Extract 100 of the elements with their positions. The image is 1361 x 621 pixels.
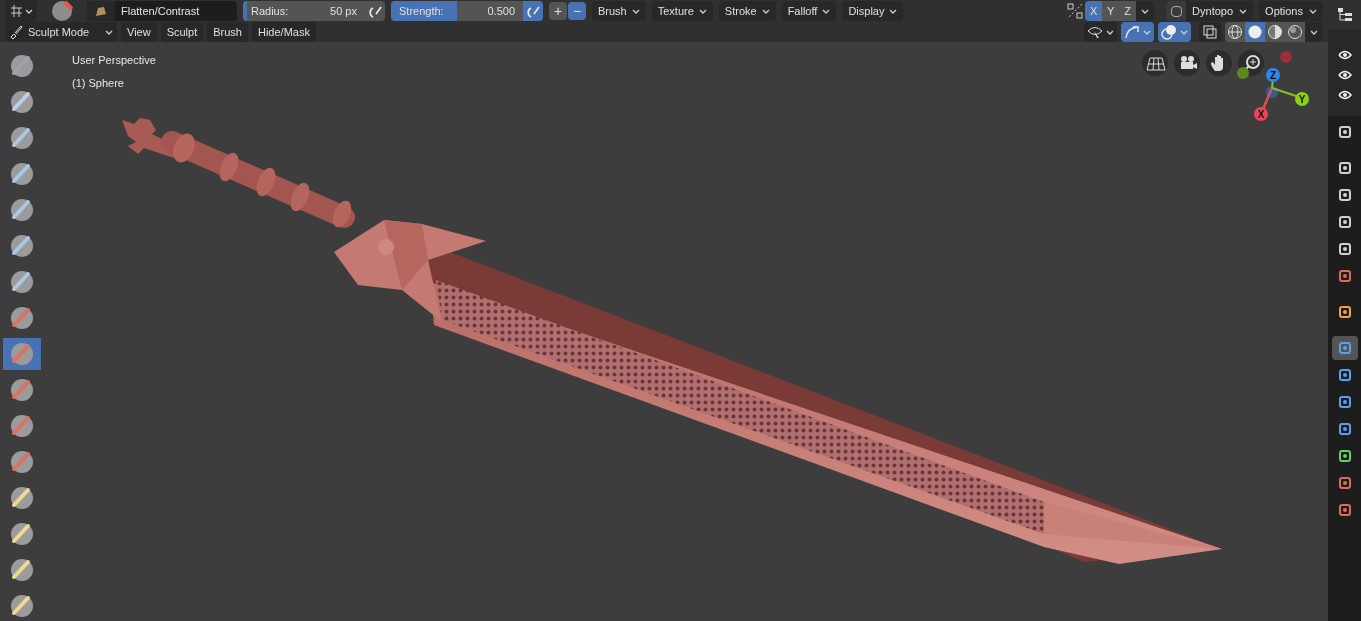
- visibility-menu[interactable]: [1084, 22, 1117, 42]
- step-button[interactable]: −: [568, 2, 586, 20]
- navigation-button[interactable]: [1142, 50, 1168, 76]
- xray-toggle[interactable]: [1199, 22, 1221, 42]
- property-tab-icon: [1337, 215, 1352, 229]
- grid-axes-icon: [9, 4, 23, 18]
- caret-icon: [761, 8, 770, 14]
- properties-tab[interactable]: [1331, 336, 1358, 360]
- wireframe-sphere-icon: [1227, 24, 1243, 40]
- caret-icon: [822, 8, 831, 14]
- brush-texture-icon: [95, 5, 107, 17]
- sphere-brush-icon: [10, 450, 34, 474]
- brush-preview-icon[interactable]: [51, 0, 73, 22]
- property-tab-icon: [1337, 305, 1352, 319]
- shading-mode-button[interactable]: [1225, 22, 1245, 42]
- property-tab-icon: [1337, 341, 1352, 355]
- mode-menu[interactable]: View: [121, 22, 157, 42]
- caret-icon: [1180, 29, 1188, 35]
- mode-menu[interactable]: Hide/Mask: [252, 22, 316, 42]
- radius-slider[interactable]: Radius: 50 px: [243, 1, 365, 21]
- pressure-toggle[interactable]: [523, 1, 543, 21]
- navigation-button[interactable]: [1174, 50, 1200, 76]
- solid-sphere-icon: [1247, 24, 1263, 40]
- caret-icon: [25, 8, 33, 14]
- sphere-brush-icon: [10, 378, 34, 402]
- shading-mode-button[interactable]: [1285, 22, 1305, 42]
- eye-icon[interactable]: [1337, 88, 1352, 102]
- options-menu[interactable]: Options: [1259, 1, 1323, 21]
- caret-icon: [1310, 29, 1318, 35]
- caret-icon: [1141, 8, 1150, 14]
- caret-icon: [889, 8, 898, 14]
- eye-icon[interactable]: [1337, 48, 1352, 62]
- header-menu[interactable]: Display: [842, 1, 904, 21]
- sphere-brush-icon: [10, 234, 34, 258]
- property-tab-icon: [1337, 188, 1352, 202]
- sphere-brush-icon: [10, 558, 34, 582]
- sphere-brush-icon: [10, 522, 34, 546]
- dyntopo-checkbox[interactable]: [1170, 5, 1182, 17]
- caret-icon: [1309, 8, 1317, 14]
- shaded-sphere-icon: [1287, 24, 1303, 40]
- caret-icon: [1106, 29, 1114, 35]
- sphere-brush-icon: [10, 486, 34, 510]
- sphere-brush-icon: [10, 90, 34, 114]
- gizmo-menu[interactable]: [1121, 22, 1154, 42]
- strength-slider[interactable]: Strength: 0.500: [391, 1, 523, 21]
- caret-icon: [105, 29, 113, 35]
- property-tab-icon: [1337, 476, 1352, 490]
- property-tab-icon: [1337, 395, 1352, 409]
- outliner-editor-icon[interactable]: [1336, 7, 1353, 23]
- pressure-toggle[interactable]: [365, 1, 385, 21]
- mirror-axis-toggle[interactable]: Z: [1119, 1, 1137, 21]
- caret-icon: [1143, 29, 1151, 35]
- header-menu[interactable]: Falloff: [781, 1, 837, 21]
- mirror-axis-toggle[interactable]: X: [1085, 1, 1103, 21]
- view-name-label: User Perspective: [72, 53, 156, 68]
- half-shaded-sphere-icon: [1267, 24, 1283, 40]
- property-tab-icon: [1337, 449, 1352, 463]
- property-tab-icon: [1337, 161, 1352, 175]
- mode-menu[interactable]: Brush: [207, 22, 248, 42]
- property-tab-icon: [1337, 269, 1352, 283]
- shading-mode-button[interactable]: [1265, 22, 1285, 42]
- property-tab-icon: [1337, 503, 1352, 517]
- arrows-icon: [1124, 25, 1140, 39]
- sphere-brush-icon: [10, 162, 34, 186]
- brush-icon: [9, 25, 23, 39]
- squares-icon: [1203, 25, 1217, 39]
- caret-icon: [1239, 8, 1248, 14]
- sphere-brush-icon: [10, 306, 34, 330]
- caret-icon: [631, 8, 640, 14]
- overlay-menu[interactable]: [1158, 22, 1191, 42]
- object-name-label: (1) Sphere: [72, 75, 125, 91]
- brush-name-field[interactable]: Flatten/Contrast: [87, 1, 237, 21]
- sphere-brush-icon: [10, 126, 34, 150]
- sphere-brush-icon: [10, 342, 34, 366]
- sphere-brush-icon: [10, 270, 34, 294]
- sphere-brush-icon: [10, 414, 34, 438]
- header-menu[interactable]: Texture: [651, 1, 713, 21]
- pen-pressure-icon: [526, 4, 540, 18]
- navigation-gizmo[interactable]: Z Y X: [1237, 51, 1309, 121]
- mode-selector[interactable]: Sculpt Mode: [5, 22, 117, 42]
- caret-icon: [698, 8, 707, 14]
- mode-menu[interactable]: Sculpt: [160, 22, 204, 42]
- eye-icon[interactable]: [1337, 68, 1352, 82]
- mirror-icon: [1067, 3, 1084, 19]
- pen-pressure-icon: [368, 4, 382, 18]
- header-menu[interactable]: Stroke: [718, 1, 776, 21]
- shading-options-menu[interactable]: [1305, 22, 1323, 42]
- sphere-brush-icon: [10, 198, 34, 222]
- transform-pivot-menu[interactable]: [5, 0, 37, 22]
- property-tab-icon: [1337, 125, 1352, 139]
- shading-mode-button[interactable]: [1245, 22, 1265, 42]
- navigation-button[interactable]: [1206, 50, 1232, 76]
- eye-pointer-icon: [1087, 25, 1103, 39]
- mirror-options-menu[interactable]: [1136, 1, 1155, 21]
- header-menu[interactable]: Brush: [592, 1, 646, 21]
- sphere-brush-icon: [10, 54, 34, 78]
- mirror-axis-toggle[interactable]: Y: [1102, 1, 1120, 21]
- property-tab-icon: [1337, 422, 1352, 436]
- sphere-brush-icon: [10, 594, 34, 618]
- step-button[interactable]: +: [549, 2, 567, 20]
